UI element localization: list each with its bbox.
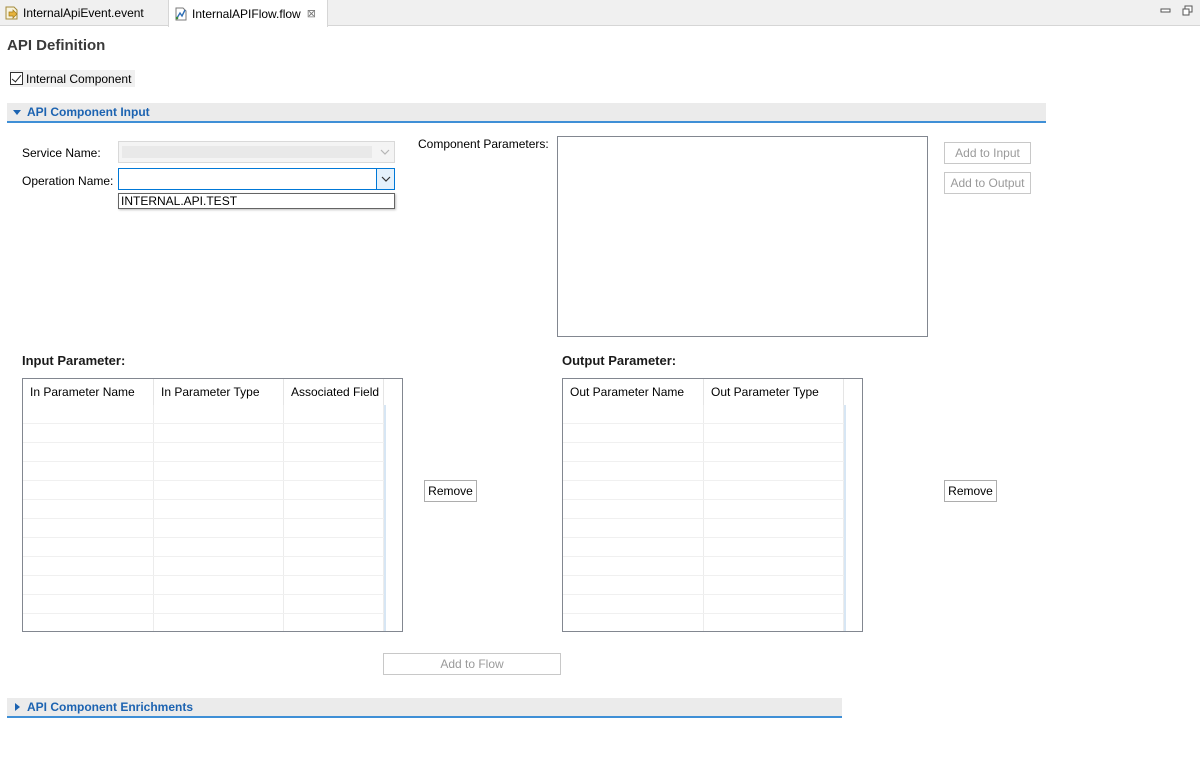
service-name-label: Service Name: — [22, 146, 101, 160]
column-header[interactable]: Out Parameter Name — [563, 379, 704, 405]
remove-input-button[interactable]: Remove — [424, 480, 477, 502]
flow-file-icon — [173, 6, 189, 22]
component-parameters-label: Component Parameters: — [418, 137, 549, 151]
event-file-icon — [4, 5, 20, 21]
chevron-down-icon[interactable] — [376, 142, 394, 162]
maximize-icon[interactable] — [1182, 5, 1193, 19]
add-to-flow-button[interactable]: Add to Flow — [383, 653, 561, 675]
operation-name-label: Operation Name: — [22, 174, 114, 188]
scrollbar[interactable] — [384, 405, 386, 631]
tab-label: InternalAPIFlow.flow — [192, 6, 301, 21]
column-header[interactable]: In Parameter Name — [23, 379, 154, 405]
add-to-input-button[interactable]: Add to Input — [944, 142, 1031, 164]
chevron-down-icon[interactable] — [10, 105, 24, 119]
chevron-right-icon[interactable] — [10, 700, 24, 714]
tab-internal-api-flow[interactable]: InternalAPIFlow.flow ⊠ — [168, 0, 328, 27]
add-to-output-button[interactable]: Add to Output — [944, 172, 1031, 194]
remove-output-button[interactable]: Remove — [944, 480, 997, 502]
column-header[interactable]: Out Parameter Type — [704, 379, 844, 405]
tab-internal-api-event[interactable]: InternalApiEvent.event — [0, 0, 170, 26]
input-parameter-title: Input Parameter: — [22, 353, 126, 368]
operation-name-dropdown-option[interactable]: INTERNAL.API.TEST — [118, 193, 395, 209]
column-header[interactable]: In Parameter Type — [154, 379, 284, 405]
column-header[interactable]: Associated Field — [284, 379, 384, 405]
internal-component-checkbox[interactable]: Internal Component — [10, 70, 136, 87]
chevron-down-icon[interactable] — [376, 169, 394, 189]
section-title: API Component Enrichments — [27, 700, 194, 714]
checkbox-checked-icon[interactable] — [10, 72, 23, 85]
internal-component-label: Internal Component — [26, 71, 132, 86]
editor-tab-bar: InternalApiEvent.event InternalAPIFlow.f… — [0, 0, 1200, 27]
output-parameter-title: Output Parameter: — [562, 353, 677, 368]
section-title: API Component Input — [27, 105, 150, 119]
scrollbar[interactable] — [844, 405, 846, 631]
tab-label: InternalApiEvent.event — [23, 6, 144, 20]
operation-name-select[interactable] — [118, 168, 395, 190]
section-api-component-input[interactable]: API Component Input — [7, 103, 1046, 123]
component-parameters-list[interactable] — [557, 136, 928, 337]
section-api-component-enrichments[interactable]: API Component Enrichments — [7, 698, 842, 718]
input-parameter-table[interactable]: In Parameter Name In Parameter Type Asso… — [22, 378, 403, 632]
close-icon[interactable]: ⊠ — [307, 7, 316, 20]
minimize-icon[interactable] — [1160, 5, 1171, 19]
output-parameter-table[interactable]: Out Parameter Name Out Parameter Type — [562, 378, 863, 632]
page-title: API Definition — [7, 37, 106, 54]
service-name-select[interactable] — [118, 141, 395, 163]
